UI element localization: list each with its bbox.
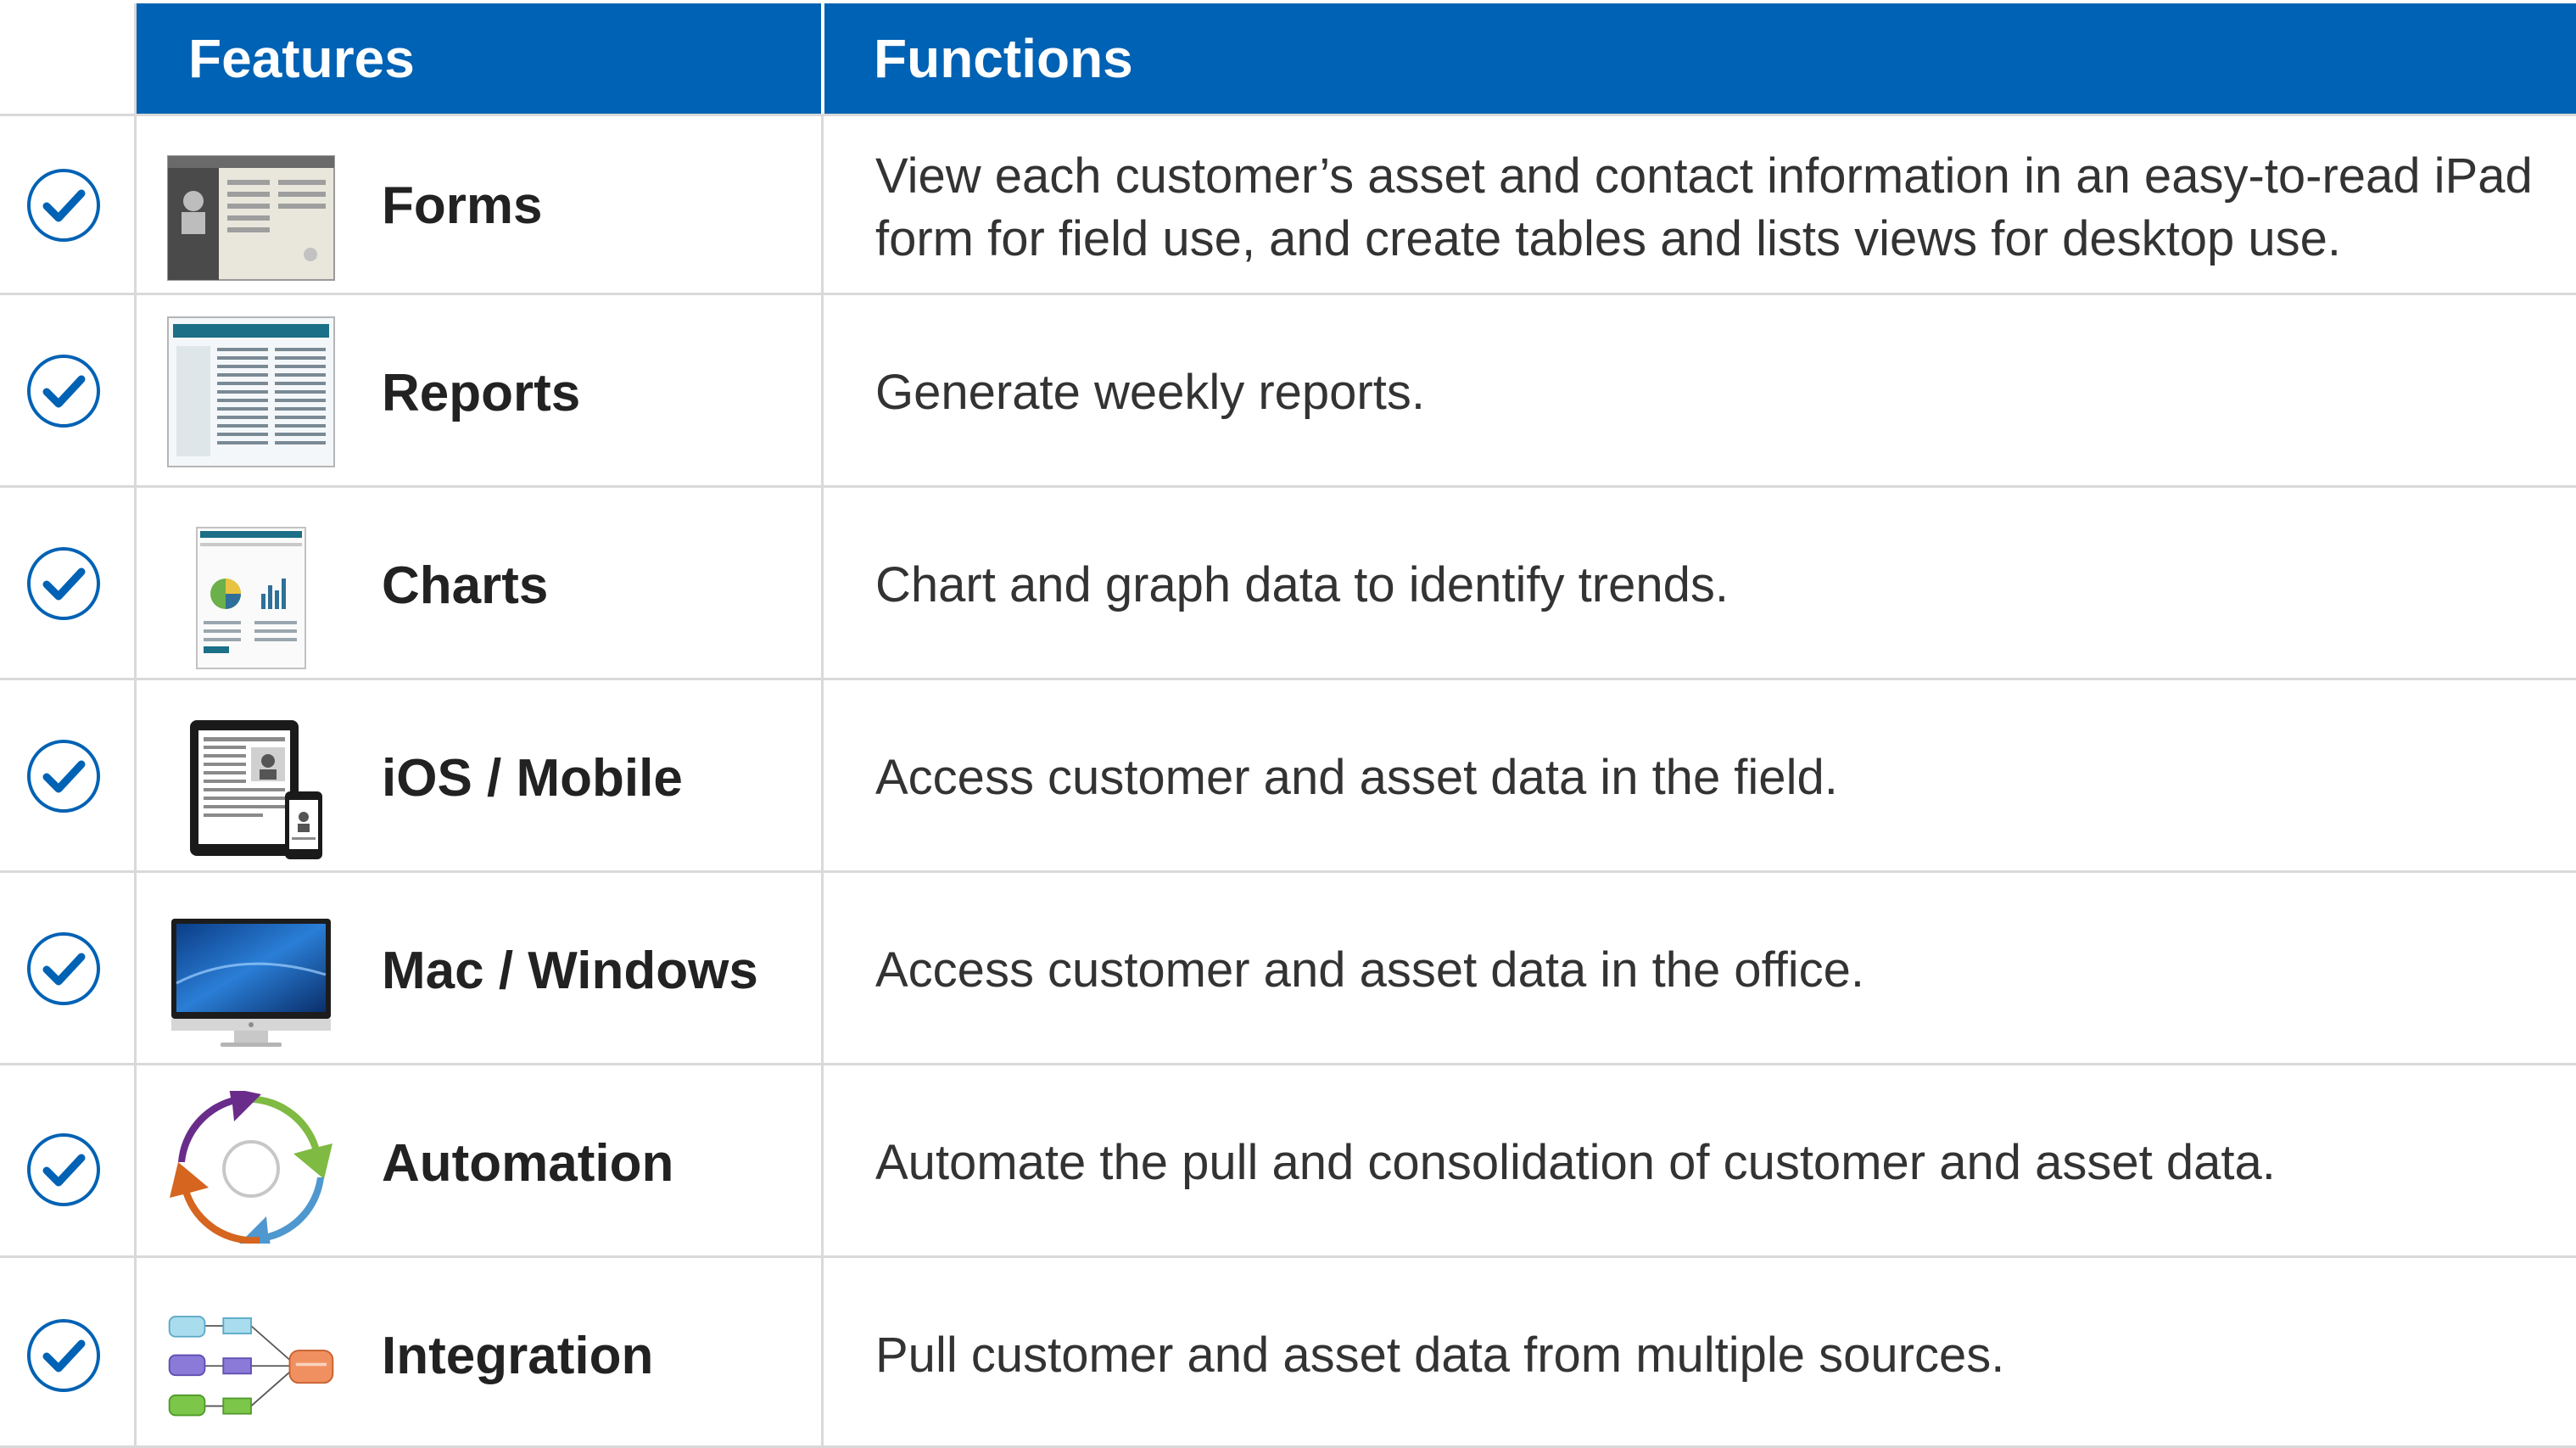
checkmark-circle-icon bbox=[27, 740, 100, 813]
table-header: Features Functions bbox=[136, 3, 2576, 114]
features-functions-table: Features Functions Forms View each custo… bbox=[0, 0, 2576, 1448]
header-divider bbox=[821, 3, 824, 114]
functions-column-header: Functions bbox=[874, 28, 1133, 89]
feature-label: Integration bbox=[382, 1327, 654, 1385]
ipad-iphone-icon bbox=[190, 720, 322, 859]
table-row: Automation Automate the pull and consoli… bbox=[0, 1065, 2576, 1258]
function-description: View each customer’s asset and contact i… bbox=[875, 148, 2533, 266]
table-row: Charts Chart and graph data to identify … bbox=[0, 488, 2576, 680]
table-row: Forms View each customer’s asset and con… bbox=[0, 114, 2576, 295]
function-description: Access customer and asset data in the of… bbox=[875, 942, 1865, 998]
table-row: Reports Generate weekly reports. bbox=[0, 295, 2576, 488]
table-row: iOS / Mobile Access customer and asset d… bbox=[0, 680, 2576, 873]
checkmark-circle-icon bbox=[27, 932, 100, 1005]
checkmark-circle-icon bbox=[27, 547, 100, 620]
automation-cycle-icon bbox=[170, 1091, 332, 1244]
table-row: Integration Pull customer and asset data… bbox=[0, 1258, 2576, 1448]
function-description: Access customer and asset data in the fi… bbox=[875, 750, 1838, 805]
feature-label: Charts bbox=[382, 556, 549, 615]
table-row: Mac / Windows Access customer and asset … bbox=[0, 873, 2576, 1065]
checkmark-circle-icon bbox=[27, 169, 100, 242]
function-description: Pull customer and asset data from multip… bbox=[875, 1328, 2005, 1383]
checkmark-circle-icon bbox=[27, 1133, 100, 1206]
features-column-header: Features bbox=[188, 28, 415, 89]
desktop-monitor-icon bbox=[171, 919, 331, 1047]
feature-label: iOS / Mobile bbox=[382, 749, 683, 808]
function-description: Automate the pull and consolidation of c… bbox=[875, 1135, 2276, 1190]
integration-databases-icon bbox=[168, 1316, 334, 1417]
feature-label: Forms bbox=[382, 176, 543, 235]
feature-label: Mac / Windows bbox=[382, 942, 758, 1000]
forms-screenshot-icon bbox=[167, 155, 335, 281]
function-description: Chart and graph data to identify trends. bbox=[875, 557, 1729, 612]
feature-label: Automation bbox=[382, 1134, 674, 1193]
reports-screenshot-icon bbox=[167, 316, 335, 467]
checkmark-circle-icon bbox=[27, 1319, 100, 1392]
feature-label: Reports bbox=[382, 364, 581, 422]
function-description: Generate weekly reports. bbox=[875, 365, 1425, 420]
checkmark-circle-icon bbox=[27, 355, 100, 428]
charts-screenshot-icon bbox=[196, 527, 306, 669]
